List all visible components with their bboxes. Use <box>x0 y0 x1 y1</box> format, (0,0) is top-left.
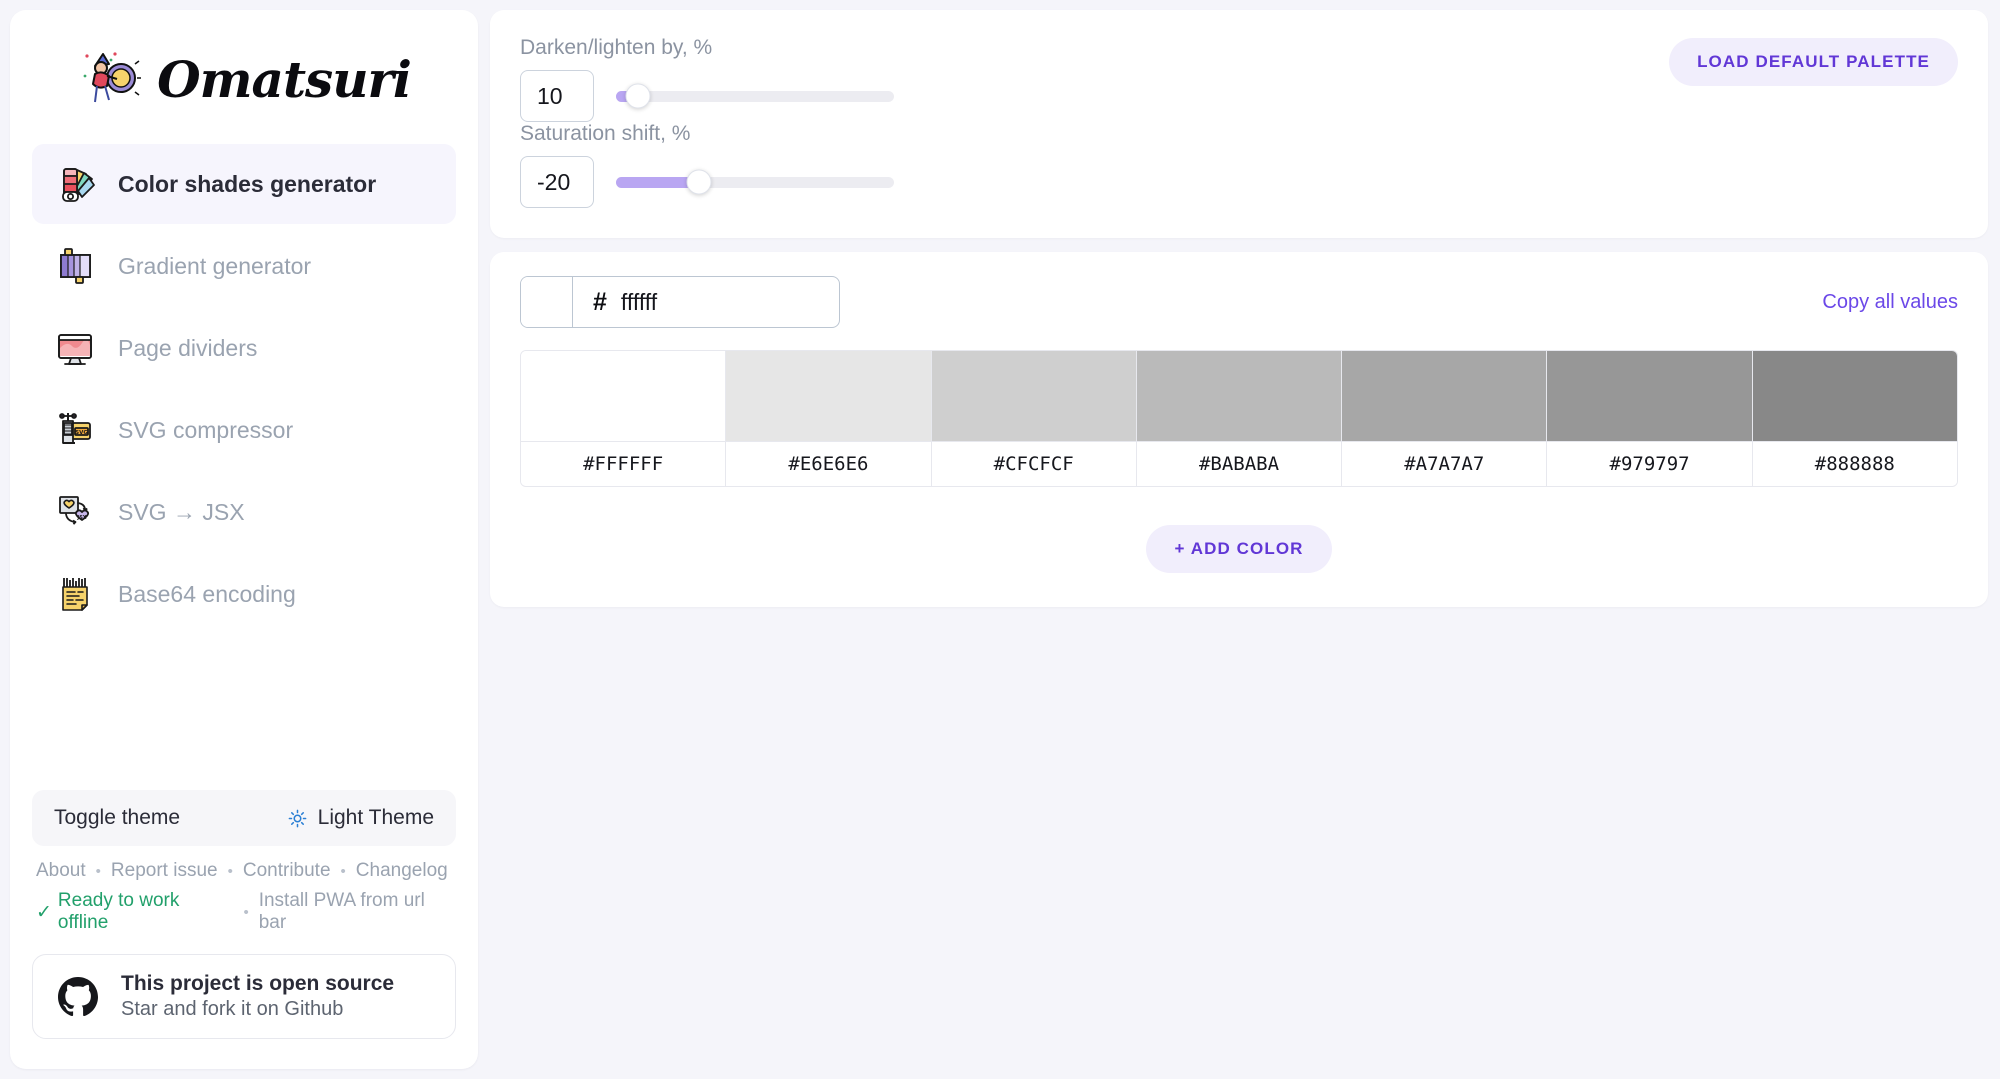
darken-slider-track <box>616 90 894 102</box>
saturation-slider-knob[interactable] <box>686 169 712 195</box>
link-separator: • <box>227 862 233 880</box>
saturation-label: Saturation shift, % <box>520 122 691 145</box>
hex-value-input[interactable]: ffffff <box>621 289 657 316</box>
darken-slider[interactable] <box>616 83 894 109</box>
svg-to-jsx-heart-icon: JSX <box>52 489 98 535</box>
theme-toggle-value: Light Theme <box>317 806 434 829</box>
saturation-control-row: -20 <box>520 156 1958 208</box>
link-separator: • <box>243 903 249 921</box>
github-card-title: This project is open source <box>121 972 395 995</box>
shade-hex-label[interactable]: #E6E6E6 <box>726 441 931 486</box>
sidebar-item-color-shades-generator[interactable]: Color shades generator <box>32 144 456 224</box>
clamp-svg-icon: SVG <box>52 407 98 453</box>
shade-hex-label[interactable]: #FFFFFF <box>521 441 726 486</box>
shade-swatch[interactable] <box>726 351 931 441</box>
main-content: Darken/lighten by, % 10 Saturation shift… <box>490 10 1988 1069</box>
sidebar: Omatsuri Color shades generator Gradient… <box>10 10 478 1069</box>
omatsuri-drummer-logo-icon <box>77 48 143 110</box>
sidebar-item-svg-to-jsx[interactable]: JSX SVG → JSX <box>32 472 456 552</box>
sidebar-item-label: Color shades generator <box>118 170 377 197</box>
controls-panel: Darken/lighten by, % 10 Saturation shift… <box>490 10 1988 238</box>
svg-text:SVG: SVG <box>75 430 88 436</box>
shade-column[interactable]: #979797 <box>1546 351 1752 486</box>
pwa-hint: Install PWA from url bar <box>258 890 425 933</box>
shade-swatch[interactable] <box>1342 351 1547 441</box>
shade-swatch[interactable] <box>521 351 726 441</box>
offline-status-row: ✓ Ready to work offline • Install PWA fr… <box>32 890 456 934</box>
shades-row: #FFFFFF #E6E6E6 #CFCFCF #BABABA #A7A7A7 #9797… <box>520 350 1958 487</box>
add-color-button[interactable]: + ADD COLOR <box>1146 525 1332 573</box>
sidebar-item-label: SVG → JSX <box>118 498 245 525</box>
theme-toggle-button[interactable]: Toggle theme Light Theme <box>32 790 456 846</box>
shade-hex-label[interactable]: #A7A7A7 <box>1342 441 1547 486</box>
link-separator: • <box>340 862 346 880</box>
sidebar-item-label: Gradient generator <box>118 252 312 279</box>
sidebar-item-svg-compressor[interactable]: SVG SVG compressor <box>32 390 456 470</box>
color-hex-input-group[interactable]: # ffffff <box>520 276 840 328</box>
hash-prefix: # <box>593 287 607 316</box>
shade-column[interactable]: #E6E6E6 <box>725 351 931 486</box>
sidebar-item-base64-encoding[interactable]: Base64 encoding <box>32 554 456 634</box>
github-card-text: This project is open source Star and for… <box>121 972 394 1021</box>
monitor-wave-icon <box>52 325 98 371</box>
link-separator: • <box>95 862 101 880</box>
saturation-number-input[interactable]: -20 <box>520 156 594 208</box>
palette-header: # ffffff Copy all values <box>520 276 1958 328</box>
sidebar-nav: Color shades generator Gradient generato… <box>32 144 456 634</box>
brand-logo[interactable]: Omatsuri <box>32 10 456 140</box>
barcode-document-icon <box>52 571 98 617</box>
saturation-slider[interactable] <box>616 169 894 195</box>
github-icon <box>55 974 101 1020</box>
load-default-palette-button[interactable]: LOAD DEFAULT PALETTE <box>1669 38 1958 86</box>
github-card-subtitle: Star and fork it on Github <box>121 998 344 1020</box>
sidebar-item-gradient-generator[interactable]: Gradient generator <box>32 226 456 306</box>
shade-swatch[interactable] <box>931 351 1136 441</box>
color-swatch-picker[interactable] <box>521 277 573 327</box>
link-changelog[interactable]: Changelog <box>356 860 448 882</box>
link-about[interactable]: About <box>36 860 86 882</box>
footer-links: About • Report issue • Contribute • Chan… <box>32 860 456 882</box>
shade-swatch[interactable] <box>1136 351 1342 441</box>
saturation-control-group: Saturation shift, % -20 <box>520 122 1958 208</box>
github-open-source-card[interactable]: This project is open source Star and for… <box>32 954 456 1039</box>
shade-hex-label[interactable]: #CFCFCF <box>931 441 1136 486</box>
shade-hex-label[interactable]: #BABABA <box>1136 441 1342 486</box>
check-icon: ✓ <box>36 901 52 923</box>
offline-status-label: Ready to work offline <box>57 890 180 933</box>
sun-icon <box>287 808 308 829</box>
darken-number-input[interactable]: 10 <box>520 70 594 122</box>
copy-all-values-link[interactable]: Copy all values <box>1822 291 1958 314</box>
shade-hex-label[interactable]: #979797 <box>1547 441 1752 486</box>
theme-toggle-label: Toggle theme <box>54 806 181 829</box>
shade-column[interactable]: #A7A7A7 <box>1341 351 1547 486</box>
shade-swatch[interactable] <box>1752 351 1957 441</box>
link-report-issue[interactable]: Report issue <box>111 860 218 882</box>
darken-slider-knob[interactable] <box>625 83 651 109</box>
sidebar-item-page-dividers[interactable]: Page dividers <box>32 308 456 388</box>
palette-panel: # ffffff Copy all values #FFFFFF #E6E6E6 #… <box>490 252 1988 607</box>
shade-column[interactable]: #888888 <box>1751 351 1957 486</box>
shade-hex-label[interactable]: #888888 <box>1752 441 1957 486</box>
shade-swatch[interactable] <box>1547 351 1752 441</box>
sidebar-item-label: Page dividers <box>118 334 258 361</box>
color-palette-fan-icon <box>52 161 98 207</box>
brand-name: Omatsuri <box>157 49 412 109</box>
gradient-bars-icon <box>52 243 98 289</box>
link-contribute[interactable]: Contribute <box>243 860 331 882</box>
shade-column[interactable]: #FFFFFF <box>521 351 726 486</box>
sidebar-item-label: Base64 encoding <box>118 580 296 607</box>
status-badge-offline: ✓ Ready to work offline <box>36 890 233 934</box>
add-color-wrap: + ADD COLOR <box>520 525 1958 573</box>
hex-field[interactable]: # ffffff <box>573 277 839 327</box>
svg-text:JSX: JSX <box>76 515 86 521</box>
shade-column[interactable]: #CFCFCF <box>930 351 1136 486</box>
sidebar-item-label: SVG compressor <box>118 416 294 443</box>
theme-toggle-value-group: Light Theme <box>287 806 434 830</box>
app-root: Omatsuri Color shades generator Gradient… <box>0 0 2000 1079</box>
shade-column[interactable]: #BABABA <box>1135 351 1342 486</box>
